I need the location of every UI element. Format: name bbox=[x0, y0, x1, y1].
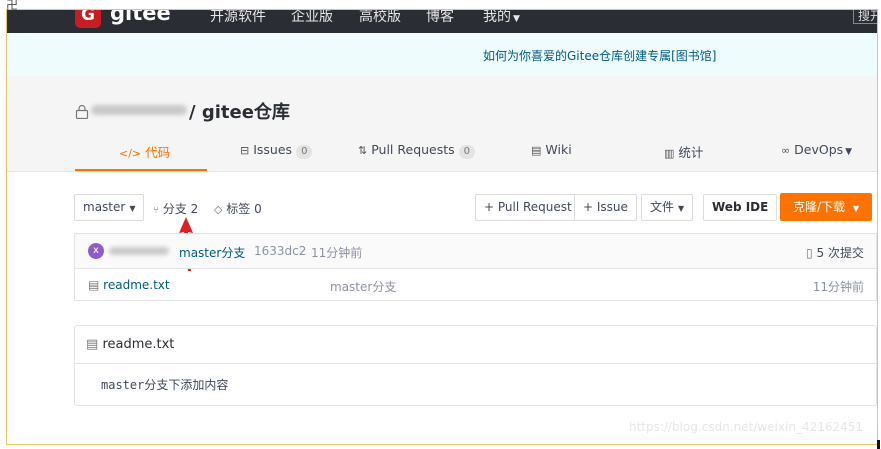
commit-time: 11分钟前 bbox=[311, 246, 363, 260]
commit-count-link[interactable]: ▯ 5 次提交 bbox=[806, 244, 864, 261]
nav-item-mine-label: 我的 bbox=[483, 10, 511, 25]
tab-issues-label: Issues bbox=[253, 142, 293, 157]
chevron-down-icon: ▼ bbox=[129, 204, 136, 213]
stats-icon: ▥ bbox=[664, 147, 675, 160]
branch-icon: ⑂ bbox=[153, 205, 159, 216]
nav-item-mine[interactable]: 我的 ▼ bbox=[483, 10, 520, 26]
tab-devops-label: DevOps bbox=[794, 142, 844, 157]
tab-devops[interactable]: ∞ DevOps ▼ bbox=[781, 142, 852, 170]
readme-header: ▤ readme.txt bbox=[75, 326, 876, 364]
issues-icon: ⊟ bbox=[240, 144, 250, 157]
file-table: x master分支 1633dc2 11分钟前 ▯ 5 次提交 ▤ readm… bbox=[74, 233, 877, 301]
announcement-bar: 如何为你喜爱的Gitee仓库创建专属[图书馆] bbox=[7, 33, 877, 77]
tab-issues[interactable]: ⊟ Issues 0 bbox=[240, 142, 313, 170]
readme-content: master分支下添加内容 bbox=[101, 378, 229, 392]
file-menu-label: 文件 bbox=[650, 200, 675, 214]
lock-icon bbox=[75, 104, 89, 119]
commit-count-label: 5 次提交 bbox=[816, 246, 864, 260]
chevron-down-icon: ▼ bbox=[513, 14, 520, 24]
chevron-down-icon: ▼ bbox=[853, 204, 860, 213]
repo-header: / gitee仓库 </> 代码 ⊟ Issues 0 ⇅ Pull Requests 0… bbox=[7, 76, 877, 172]
gitee-logo-icon[interactable]: G bbox=[75, 10, 101, 28]
code-icon: </> bbox=[119, 147, 142, 160]
pull-request-icon: ⇅ bbox=[358, 144, 368, 157]
readme-title-text: readme.txt bbox=[102, 337, 175, 352]
tab-code[interactable]: </> 代码 bbox=[119, 142, 170, 170]
issues-count-badge: 0 bbox=[296, 145, 313, 159]
nav-item-blog[interactable]: 博客 bbox=[426, 10, 454, 26]
clone-download-button[interactable]: 克隆/下载 ▼ bbox=[780, 193, 873, 221]
repo-owner-redacted[interactable] bbox=[91, 105, 187, 115]
devops-icon: ∞ bbox=[781, 144, 791, 157]
search-button[interactable]: 搜开 bbox=[853, 10, 877, 24]
nav-item-open-source[interactable]: 开源软件 bbox=[210, 10, 266, 26]
active-tab-indicator bbox=[75, 169, 207, 171]
file-link[interactable]: ▤ readme.txt bbox=[88, 278, 170, 292]
pull-requests-count-badge: 0 bbox=[458, 145, 476, 159]
new-pull-request-button[interactable]: + Pull Request bbox=[475, 194, 581, 221]
branches-link-label: 分支 2 bbox=[162, 202, 199, 216]
avatar[interactable]: x bbox=[88, 243, 104, 259]
tag-icon: ◇ bbox=[214, 203, 223, 216]
announcement-link[interactable]: 如何为你喜爱的Gitee仓库创建专属[图书馆] bbox=[483, 47, 716, 64]
tab-pull-requests[interactable]: ⇅ Pull Requests 0 bbox=[358, 142, 476, 170]
file-name: readme.txt bbox=[103, 278, 170, 292]
commit-author-redacted[interactable] bbox=[109, 247, 169, 255]
branch-select[interactable]: master ▼ bbox=[74, 194, 145, 221]
gitee-logo-text[interactable]: gitee bbox=[110, 10, 171, 25]
file-icon: ▤ bbox=[88, 278, 100, 292]
latest-commit-row: x master分支 1633dc2 11分钟前 ▯ 5 次提交 bbox=[75, 234, 876, 269]
new-issue-button[interactable]: + Issue bbox=[574, 194, 637, 221]
nav-item-university[interactable]: 高校版 bbox=[359, 10, 401, 26]
wiki-icon: ▤ bbox=[531, 144, 542, 157]
tags-link[interactable]: ◇ 标签 0 bbox=[214, 200, 262, 217]
commit-message-link[interactable]: master分支 bbox=[179, 244, 245, 261]
tab-pull-requests-label: Pull Requests bbox=[371, 142, 455, 157]
clone-download-label: 克隆/下载 bbox=[793, 200, 846, 214]
branch-select-value: master bbox=[83, 200, 126, 214]
tab-stats-label: 统计 bbox=[678, 145, 704, 160]
corner-mark bbox=[877, 440, 880, 449]
commit-hash-link[interactable]: 1633dc2 bbox=[254, 244, 306, 258]
chevron-down-icon: ▼ bbox=[678, 204, 685, 213]
repo-title: / gitee仓库 bbox=[75, 98, 290, 124]
tab-stats[interactable]: ▥ 统计 bbox=[664, 142, 703, 170]
repo-name[interactable]: / gitee仓库 bbox=[189, 102, 290, 123]
file-icon: ▤ bbox=[86, 337, 99, 352]
commits-icon: ▯ bbox=[806, 246, 813, 260]
file-commit-message[interactable]: master分支 bbox=[330, 278, 396, 295]
readme-title: ▤ readme.txt bbox=[86, 337, 174, 352]
web-ide-button[interactable]: Web IDE bbox=[703, 194, 778, 221]
file-commit-time: 11分钟前 bbox=[812, 280, 864, 294]
chevron-down-icon: ▼ bbox=[845, 147, 853, 157]
tab-wiki[interactable]: ▤ Wiki bbox=[531, 142, 572, 170]
nav-item-enterprise[interactable]: 企业版 bbox=[291, 10, 333, 26]
top-navbar: G gitee 开源软件 企业版 高校版 博客 我的 ▼ 搜开 bbox=[7, 10, 877, 33]
watermark: https://blog.csdn.net/weixin_42162451 bbox=[629, 420, 864, 434]
tags-link-label: 标签 0 bbox=[226, 202, 262, 216]
readme-panel: ▤ readme.txt master分支下添加内容 bbox=[74, 325, 877, 406]
table-row: ▤ readme.txt master分支 11分钟前 bbox=[75, 268, 876, 301]
file-menu-button[interactable]: 文件 ▼ bbox=[641, 194, 694, 221]
tab-wiki-label: Wiki bbox=[545, 142, 572, 157]
tab-code-label: 代码 bbox=[145, 145, 171, 160]
